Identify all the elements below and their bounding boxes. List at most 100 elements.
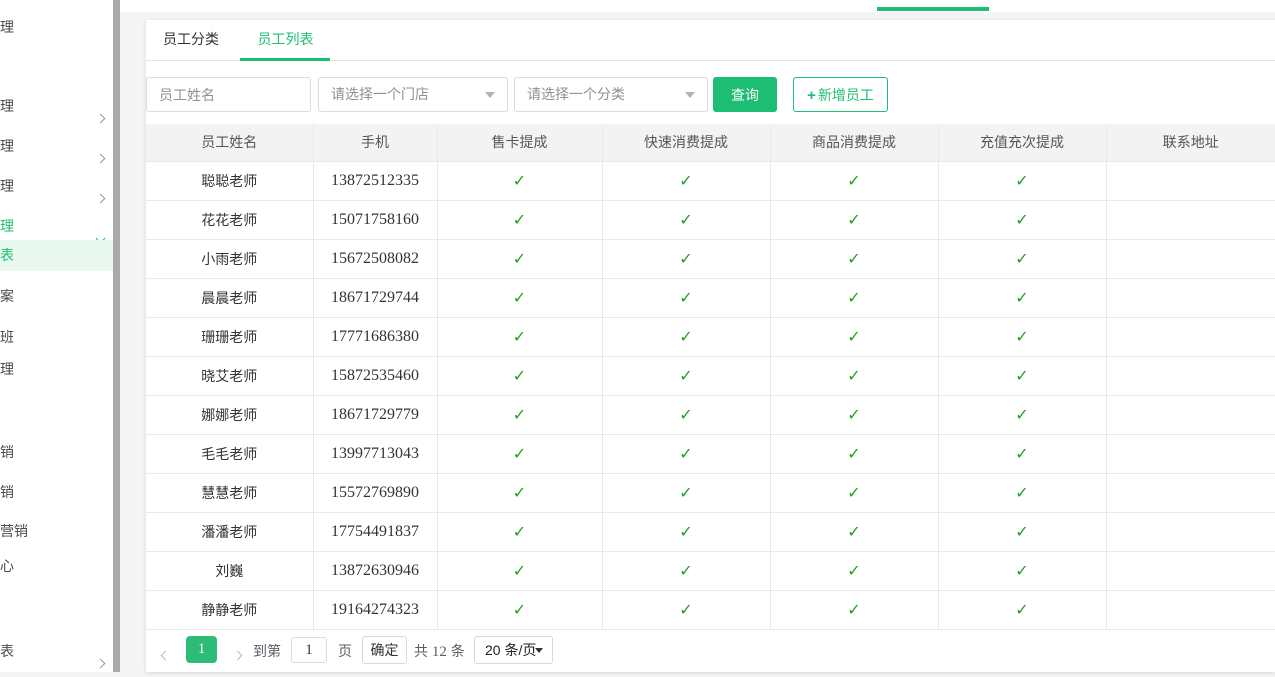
check-icon: ✓ [847, 368, 860, 385]
quick-consume-cell: ✓ [602, 200, 770, 239]
check-icon: ✓ [1015, 446, 1028, 463]
goods-consume-cell: ✓ [770, 512, 938, 551]
sidebar-item-expanded[interactable]: 理 [0, 211, 113, 241]
sidebar-item[interactable]: 理 [0, 91, 113, 121]
check-icon: ✓ [847, 446, 860, 463]
tab-employee-list[interactable]: 员工列表 [240, 20, 330, 61]
phone-cell: 15572769890 [313, 473, 437, 512]
search-button[interactable]: 查询 [713, 77, 777, 112]
sidebar-item[interactable]: 理 [0, 354, 113, 384]
add-employee-button[interactable]: +新增员工 [793, 77, 888, 112]
phone-cell: 15071758160 [313, 200, 437, 239]
tab-employee-category[interactable]: 员工分类 [146, 20, 236, 61]
col-header-address: 联系地址 [1106, 124, 1275, 161]
sell-card-cell: ✓ [437, 512, 602, 551]
confirm-button[interactable]: 确定 [362, 636, 407, 664]
sell-card-cell: ✓ [437, 590, 602, 629]
employee-name-cell: 晓艾老师 [146, 356, 313, 395]
sidebar-item[interactable]: 班 [0, 322, 113, 352]
store-select[interactable]: 请选择一个门店 [318, 77, 508, 112]
employee-name-cell: 晨晨老师 [146, 278, 313, 317]
sidebar-scrollbar[interactable] [113, 0, 120, 672]
col-header-goods-consume: 商品消费提成 [770, 124, 938, 161]
goto-page-input[interactable] [291, 637, 327, 663]
check-icon: ✓ [1015, 368, 1028, 385]
recharge-cell: ✓ [938, 317, 1106, 356]
table-body: 聪聪老师13872512335✓✓✓✓花花老师15071758160✓✓✓✓小雨… [146, 161, 1275, 629]
sidebar-item[interactable]: 案 [0, 281, 113, 311]
phone-cell: 18671729779 [313, 395, 437, 434]
sell-card-cell: ✓ [437, 161, 602, 200]
phone-cell: 13872512335 [313, 161, 437, 200]
page-number-button[interactable]: 1 [186, 636, 217, 663]
goods-consume-cell: ✓ [770, 434, 938, 473]
phone-cell: 17771686380 [313, 317, 437, 356]
check-icon: ✓ [513, 212, 526, 229]
sidebar-item-selected[interactable]: 表 [0, 240, 113, 271]
sidebar-item[interactable]: 销 [0, 437, 113, 467]
employee-name-cell: 小雨老师 [146, 239, 313, 278]
chevron-right-icon [97, 647, 104, 677]
check-icon: ✓ [847, 329, 860, 346]
category-select[interactable]: 请选择一个分类 [514, 77, 708, 112]
check-icon: ✓ [847, 212, 860, 229]
address-cell [1106, 161, 1275, 200]
quick-consume-cell: ✓ [602, 239, 770, 278]
address-cell [1106, 590, 1275, 629]
sidebar-item[interactable]: 营销 [0, 516, 113, 546]
page-size-select[interactable]: 20 条/页 [474, 636, 553, 664]
quick-consume-cell: ✓ [602, 434, 770, 473]
check-icon: ✓ [513, 290, 526, 307]
sidebar-item[interactable]: 心 [0, 551, 113, 581]
goods-consume-cell: ✓ [770, 356, 938, 395]
address-cell [1106, 512, 1275, 551]
check-icon: ✓ [513, 602, 526, 619]
sidebar-item[interactable]: 理 [0, 131, 113, 161]
check-icon: ✓ [847, 602, 860, 619]
sidebar-item[interactable]: 理 [0, 12, 113, 42]
check-icon: ✓ [513, 407, 526, 424]
check-icon: ✓ [513, 446, 526, 463]
sidebar-item[interactable]: 表 [0, 636, 113, 666]
table-row: 花花老师15071758160✓✓✓✓ [146, 200, 1275, 239]
check-icon: ✓ [1015, 407, 1028, 424]
table-row: 潘潘老师17754491837✓✓✓✓ [146, 512, 1275, 551]
col-header-recharge: 充值充次提成 [938, 124, 1106, 161]
prev-page-icon[interactable] [162, 646, 169, 662]
employee-name-cell: 刘巍 [146, 551, 313, 590]
address-cell [1106, 200, 1275, 239]
recharge-cell: ✓ [938, 434, 1106, 473]
check-icon: ✓ [847, 407, 860, 424]
address-cell [1106, 395, 1275, 434]
phone-cell: 13997713043 [313, 434, 437, 473]
goods-consume-cell: ✓ [770, 473, 938, 512]
check-icon: ✓ [679, 173, 692, 190]
recharge-cell: ✓ [938, 239, 1106, 278]
table-row: 娜娜老师18671729779✓✓✓✓ [146, 395, 1275, 434]
sell-card-cell: ✓ [437, 551, 602, 590]
recharge-cell: ✓ [938, 356, 1106, 395]
col-header-phone: 手机 [313, 124, 437, 161]
sidebar-item[interactable]: 销 [0, 477, 113, 507]
check-icon: ✓ [847, 524, 860, 541]
next-page-icon[interactable] [234, 646, 241, 662]
table-row: 晨晨老师18671729744✓✓✓✓ [146, 278, 1275, 317]
employee-name-cell: 珊珊老师 [146, 317, 313, 356]
check-icon: ✓ [847, 563, 860, 580]
employee-name-input[interactable] [146, 77, 311, 112]
quick-consume-cell: ✓ [602, 551, 770, 590]
col-header-quick-consume: 快速消费提成 [602, 124, 770, 161]
table-row: 聪聪老师13872512335✓✓✓✓ [146, 161, 1275, 200]
employee-name-cell: 慧慧老师 [146, 473, 313, 512]
address-cell [1106, 551, 1275, 590]
goods-consume-cell: ✓ [770, 317, 938, 356]
sidebar-item[interactable]: 理 [0, 171, 113, 201]
sell-card-cell: ✓ [437, 200, 602, 239]
caret-down-icon [485, 92, 495, 98]
check-icon: ✓ [1015, 173, 1028, 190]
check-icon: ✓ [679, 212, 692, 229]
recharge-cell: ✓ [938, 161, 1106, 200]
recharge-cell: ✓ [938, 512, 1106, 551]
address-cell [1106, 239, 1275, 278]
sell-card-cell: ✓ [437, 473, 602, 512]
